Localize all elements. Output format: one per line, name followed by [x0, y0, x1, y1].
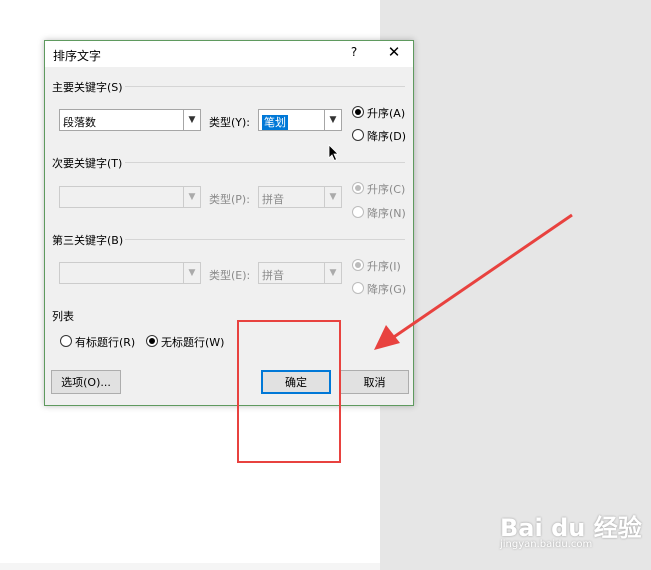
third-key-label: 第三关键字(B) — [52, 234, 124, 247]
sort-text-dialog: 排序文字 ? ✕ 主要关键字(S) 段落数 ▼ 类型(Y): 笔划 ▼ 升序(A… — [44, 40, 414, 406]
divider — [125, 162, 405, 163]
primary-asc-label[interactable]: 升序(A) — [367, 105, 405, 121]
primary-desc-label[interactable]: 降序(D) — [367, 128, 406, 144]
close-button[interactable]: ✕ — [385, 43, 403, 61]
primary-type-label: 类型(Y): — [209, 116, 251, 129]
chevron-down-icon[interactable]: ▼ — [183, 187, 200, 207]
help-button[interactable]: ? — [347, 45, 361, 59]
divider — [125, 86, 405, 87]
third-type-combo[interactable]: 拼音 ▼ — [258, 262, 342, 284]
dialog-titlebar: 排序文字 ? ✕ — [45, 41, 413, 67]
chevron-down-icon[interactable]: ▼ — [324, 263, 341, 283]
secondary-asc-label[interactable]: 升序(C) — [367, 181, 405, 197]
watermark-brand: Bai du 经验 — [500, 514, 642, 542]
no-header-label[interactable]: 无标题行(W) — [161, 334, 224, 350]
primary-type-combo[interactable]: 笔划 ▼ — [258, 109, 342, 131]
secondary-key-label: 次要关键字(T) — [52, 157, 123, 170]
highlight-box — [237, 320, 341, 463]
no-header-radio[interactable] — [146, 335, 158, 347]
secondary-type-value: 拼音 — [262, 193, 284, 206]
dialog-title: 排序文字 — [53, 49, 102, 63]
third-key-combo[interactable]: ▼ — [59, 262, 201, 284]
primary-key-combo[interactable]: 段落数 ▼ — [59, 109, 201, 131]
mouse-cursor-icon — [328, 144, 339, 162]
third-type-value: 拼音 — [262, 269, 284, 282]
cancel-button[interactable]: 取消 — [340, 370, 409, 394]
third-type-label: 类型(E): — [209, 269, 251, 282]
chevron-down-icon[interactable]: ▼ — [324, 187, 341, 207]
primary-key-value: 段落数 — [63, 116, 96, 129]
scrollbar-track[interactable] — [0, 563, 380, 570]
primary-asc-radio[interactable] — [352, 106, 364, 118]
chevron-down-icon[interactable]: ▼ — [183, 263, 200, 283]
primary-desc-radio[interactable] — [352, 129, 364, 141]
primary-key-label: 主要关键字(S) — [52, 81, 123, 94]
arrow-icon — [374, 213, 573, 350]
has-header-radio[interactable] — [60, 335, 72, 347]
chevron-down-icon[interactable]: ▼ — [183, 110, 200, 130]
secondary-asc-radio[interactable] — [352, 182, 364, 194]
list-label: 列表 — [52, 310, 74, 323]
has-header-label[interactable]: 有标题行(R) — [75, 334, 135, 350]
secondary-type-combo[interactable]: 拼音 ▼ — [258, 186, 342, 208]
options-button[interactable]: 选项(O)... — [51, 370, 121, 394]
watermark-url: jingyan.baidu.com — [500, 539, 593, 550]
chevron-down-icon[interactable]: ▼ — [324, 110, 341, 130]
secondary-key-combo[interactable]: ▼ — [59, 186, 201, 208]
secondary-type-label: 类型(P): — [209, 193, 250, 206]
primary-type-value: 笔划 — [262, 115, 288, 130]
